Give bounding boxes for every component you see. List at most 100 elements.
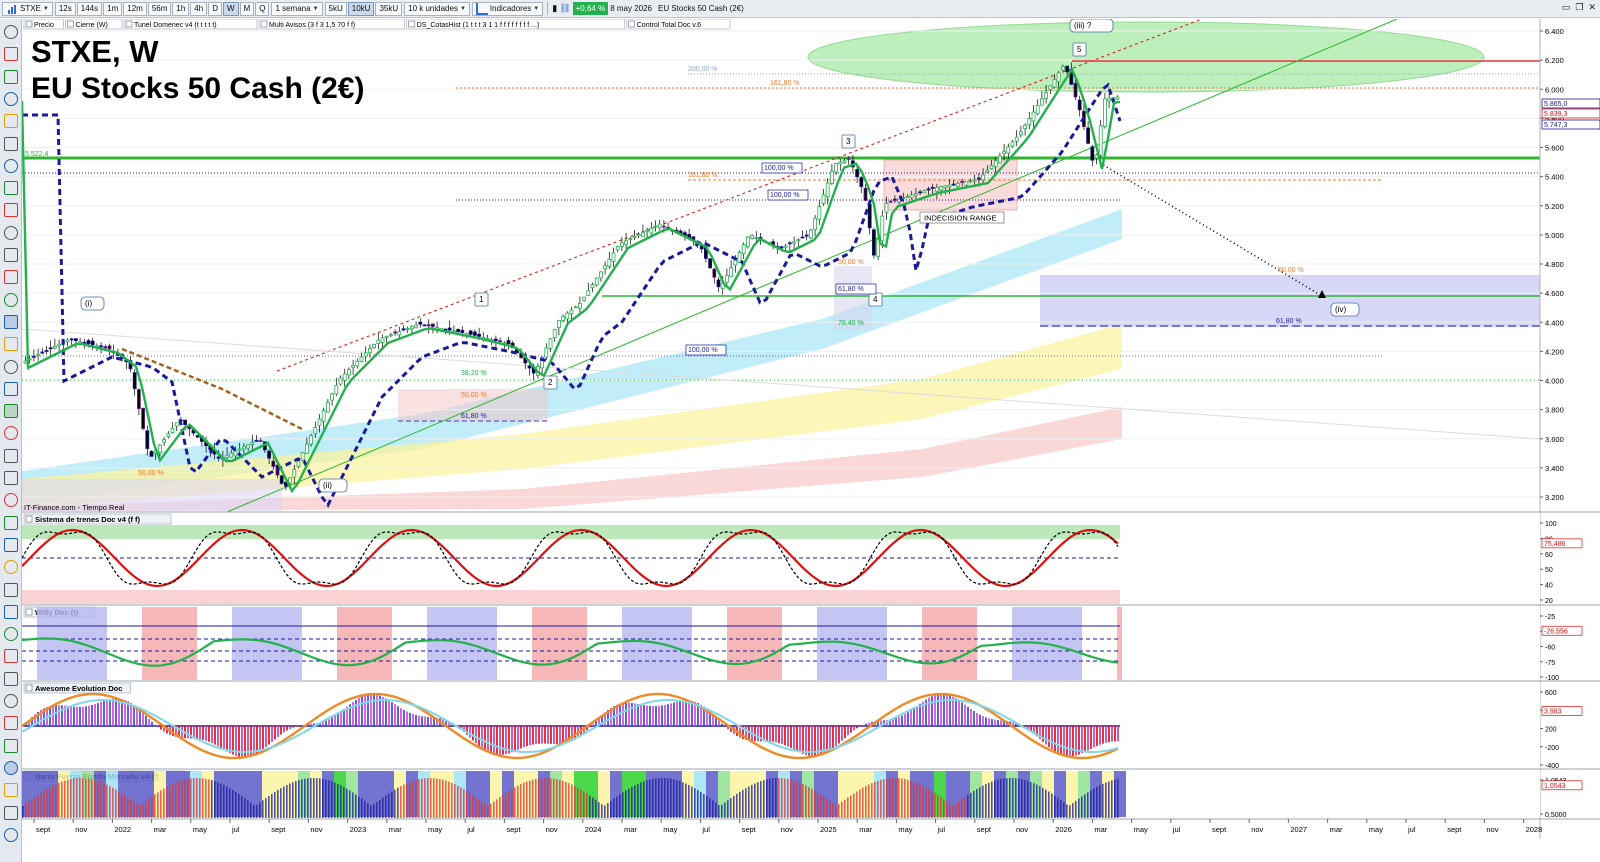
candle-body: [586, 290, 591, 296]
close-icon[interactable]: [4, 805, 18, 820]
triangle-icon[interactable]: [4, 560, 18, 575]
candle-body: [69, 338, 74, 341]
unit-button-5ku[interactable]: 5kU: [324, 1, 347, 16]
layers-icon[interactable]: [4, 381, 18, 396]
clock-icon[interactable]: [4, 604, 18, 619]
strength-bar: [67, 779, 69, 818]
thumb-icon[interactable]: [4, 783, 18, 798]
pitch-icon[interactable]: [4, 515, 18, 530]
strength-bar: [40, 792, 42, 818]
candle-body: [141, 407, 145, 429]
ao-bar: [1000, 720, 1002, 726]
fib-label-8: 78,40 %: [838, 320, 864, 327]
unit-button-35ku[interactable]: 35kU: [375, 1, 403, 16]
strength-bar: [109, 786, 111, 818]
interval-button-1h[interactable]: 1h: [172, 1, 190, 16]
units-selector[interactable]: 10 k unidades ▼: [404, 1, 470, 16]
plus-icon[interactable]: [4, 760, 18, 775]
strength-bar: [946, 801, 948, 818]
strength-bar: [562, 780, 564, 818]
link-icon[interactable]: ⛓: [559, 3, 570, 14]
lock-icon[interactable]: [4, 426, 18, 441]
interval-button-56m[interactable]: 56m: [147, 1, 172, 16]
indicators-button[interactable]: Indicadores ▼: [471, 1, 544, 16]
strength-bar: [820, 794, 822, 818]
interval-button-12m[interactable]: 12m: [123, 1, 147, 16]
strength-bar: [484, 803, 486, 818]
note-icon[interactable]: [4, 292, 18, 307]
strength-bar: [508, 790, 510, 818]
interval-button-4h[interactable]: 4h: [190, 1, 208, 16]
indicators-icon: [475, 2, 488, 15]
tag-icon[interactable]: [4, 471, 18, 485]
strength-bar: [565, 781, 567, 818]
ao-bar: [511, 726, 513, 753]
pencil-icon[interactable]: [4, 314, 18, 329]
willy-bg-stripe: [577, 607, 582, 680]
minimize-icon[interactable]: ▭: [1562, 2, 1571, 13]
zoom-icon[interactable]: [4, 69, 18, 84]
period-selector[interactable]: 1 semana ▼: [271, 1, 323, 16]
unit-button-10ku[interactable]: 10kU: [347, 1, 375, 16]
target-ellipse: [807, 21, 1485, 93]
interval-button-w[interactable]: W: [222, 1, 239, 16]
magnify-icon[interactable]: [4, 91, 18, 106]
strength-bar: [811, 788, 813, 818]
cursor-icon[interactable]: [4, 25, 18, 39]
candle-body: [1048, 85, 1053, 90]
arrow-icon[interactable]: [4, 337, 18, 352]
ruler-icon[interactable]: [4, 136, 18, 151]
strength-bar: [301, 779, 303, 818]
rect-icon[interactable]: [4, 270, 18, 285]
ao-bar: [145, 715, 147, 726]
shape-icon[interactable]: [4, 248, 18, 262]
flag-icon[interactable]: [4, 649, 18, 664]
star-icon[interactable]: [4, 627, 18, 642]
palette-icon[interactable]: [4, 738, 18, 753]
interval-button-d[interactable]: D: [208, 1, 222, 16]
interval-button-144s[interactable]: 144s: [76, 1, 103, 16]
interval-button-m[interactable]: M: [239, 1, 255, 16]
text-icon[interactable]: [4, 181, 18, 196]
willy-bg-stripe: [777, 607, 782, 680]
fib-icon[interactable]: [4, 203, 18, 218]
symbol-selector[interactable]: STXE ▼: [2, 1, 53, 16]
interval-button-1m[interactable]: 1m: [103, 1, 123, 16]
grid-icon[interactable]: [4, 582, 18, 597]
list-icon[interactable]: [4, 716, 18, 731]
ao-bar: [841, 726, 843, 741]
interval-button-12s[interactable]: 12s: [54, 1, 76, 16]
close-icon[interactable]: ✕: [1588, 2, 1596, 13]
eraser-icon[interactable]: [4, 359, 18, 374]
ao-bar: [826, 726, 828, 753]
bell-icon[interactable]: [4, 114, 18, 129]
color-icon[interactable]: [4, 404, 18, 419]
strength-bar: [223, 784, 225, 818]
crosshair-icon[interactable]: [4, 47, 18, 62]
strength-bar: [28, 801, 30, 818]
target-icon[interactable]: [4, 671, 18, 686]
ao-bar: [676, 701, 678, 726]
strength-bar: [874, 781, 876, 818]
time-tick-label: may: [1369, 825, 1383, 834]
trendline-icon[interactable]: [4, 158, 18, 173]
strength-bar: [619, 794, 621, 818]
willy-bg-stripe: [157, 607, 162, 680]
wave-icon[interactable]: [4, 493, 18, 508]
strength-bar: [1018, 778, 1020, 818]
settings-icon[interactable]: [4, 827, 18, 842]
ellipse-icon[interactable]: [4, 537, 18, 552]
chart-area[interactable]: 6.4006.2006.0005.8005.6005.4005.2005.000…: [22, 19, 1600, 862]
candle-body: [729, 267, 733, 277]
channel-icon[interactable]: [4, 225, 18, 240]
interval-button-q[interactable]: Q: [255, 1, 270, 16]
restore-icon[interactable]: ❐: [1575, 2, 1583, 13]
ao-bar: [217, 726, 219, 747]
strength-bar: [760, 781, 762, 818]
info-icon[interactable]: ▮: [552, 3, 557, 14]
eye-icon[interactable]: [4, 448, 18, 463]
move-icon[interactable]: [4, 694, 18, 708]
strength-bar: [163, 788, 165, 818]
strength-bar: [817, 792, 819, 818]
candle-body: [254, 440, 259, 442]
